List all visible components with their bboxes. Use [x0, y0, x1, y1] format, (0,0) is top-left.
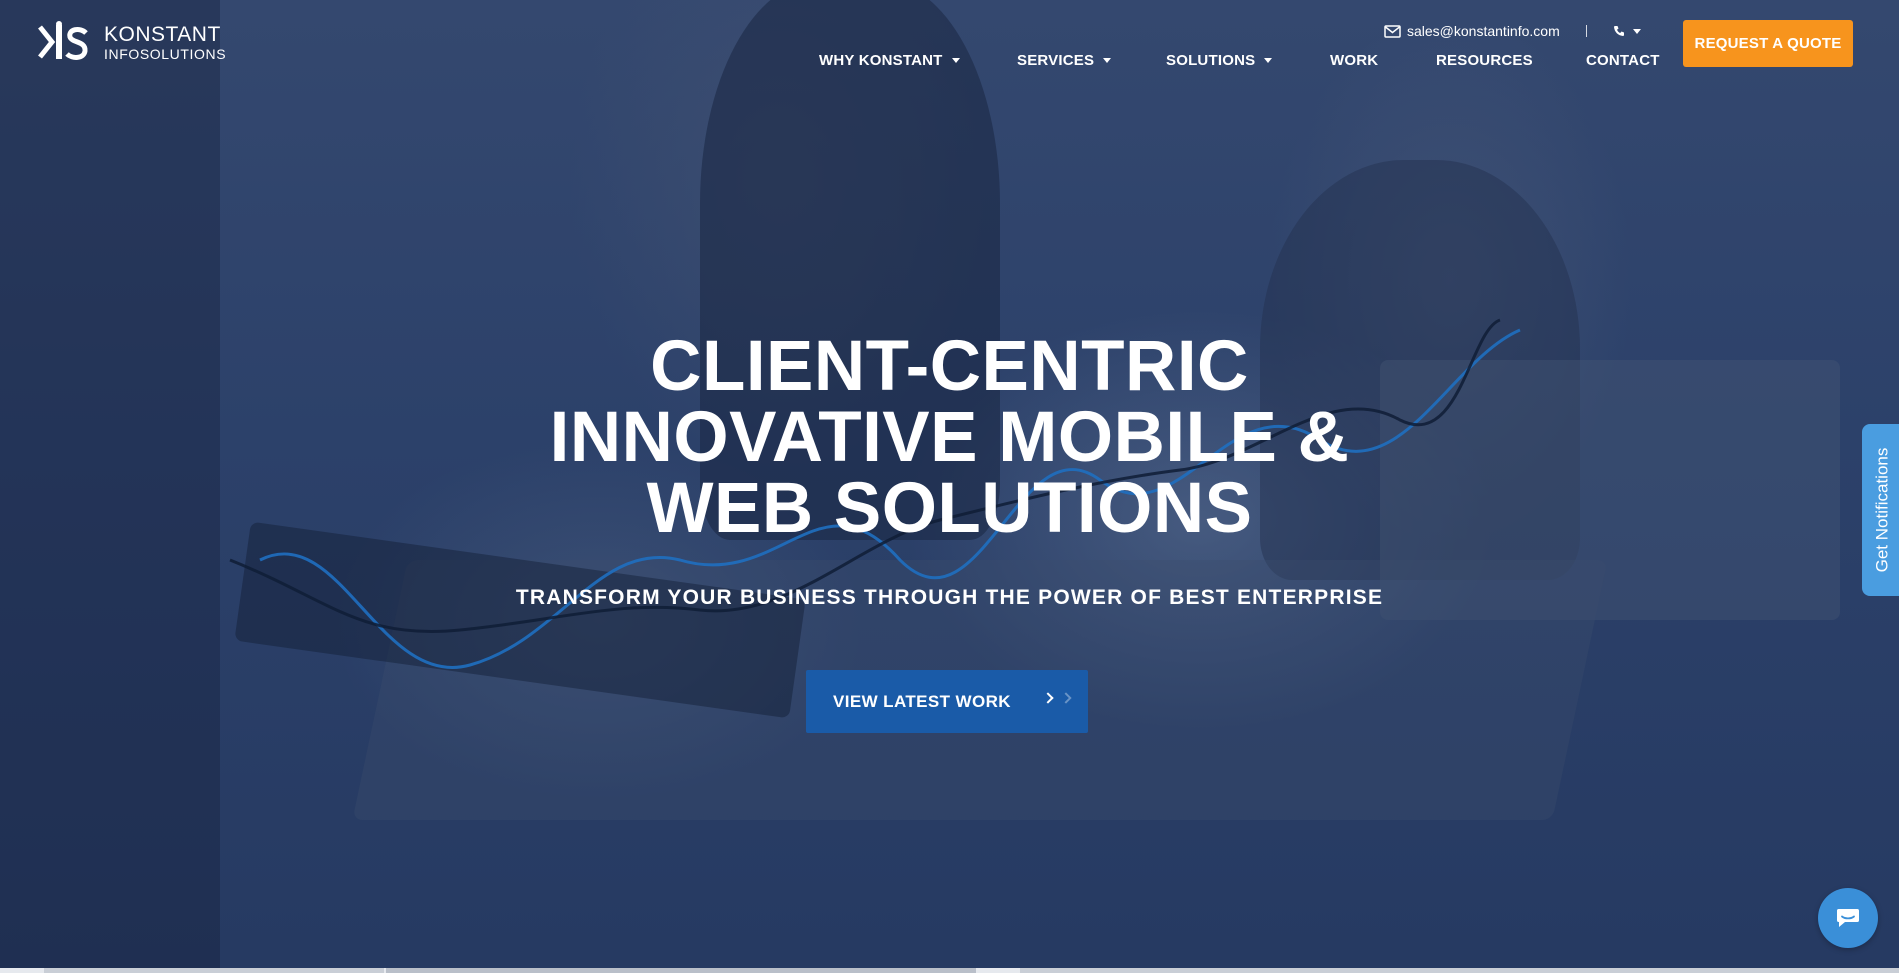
request-quote-button[interactable]: REQUEST A QUOTE: [1683, 20, 1853, 67]
view-latest-work-button[interactable]: VIEW LATEST WORK: [806, 670, 1088, 733]
get-notifications-tab[interactable]: Get Notifications: [1862, 424, 1899, 596]
chevron-down-icon: [1264, 58, 1273, 63]
chat-widget-button[interactable]: [1818, 888, 1878, 948]
nav-item-solutions[interactable]: SOLUTIONS: [1166, 52, 1330, 69]
chat-icon: [1837, 909, 1859, 927]
headline-line: INNOVATIVE MOBILE &: [549, 398, 1350, 477]
headline-line: CLIENT-CENTRIC: [650, 327, 1249, 406]
nav-item-label: WORK: [1330, 52, 1379, 69]
nav-item-work[interactable]: WORK: [1330, 52, 1436, 69]
cta-label: VIEW LATEST WORK: [833, 691, 1011, 711]
brand-logo[interactable]: KONSTANT INFOSOLUTIONS: [38, 21, 226, 63]
headline-line: WEB SOLUTIONS: [646, 469, 1253, 548]
brand-name: KONSTANT: [104, 22, 221, 46]
mail-icon: [1384, 24, 1401, 38]
brand-subtitle: INFOSOLUTIONS: [104, 45, 227, 62]
main-nav: WHY KONSTANT SERVICES SOLUTIONS WORK RES…: [819, 52, 1660, 69]
nav-item-label: WHY KONSTANT: [819, 52, 943, 69]
chevron-right-icon: [1042, 692, 1072, 704]
page-bottom-strip: [0, 968, 1899, 973]
divider: [1585, 25, 1587, 37]
chevron-down-icon: [951, 58, 960, 63]
nav-item-label: RESOURCES: [1436, 52, 1533, 69]
phone-dropdown[interactable]: [1613, 25, 1641, 37]
nav-item-label: SOLUTIONS: [1166, 52, 1256, 69]
hero-subheadline: TRANSFORM YOUR BUSINESS THROUGH THE POWE…: [515, 586, 1384, 609]
chevron-down-icon: [1632, 28, 1641, 34]
nav-item-services[interactable]: SERVICES: [1017, 52, 1166, 69]
phone-icon: [1613, 26, 1624, 36]
notify-tab-label: Get Notifications: [1872, 447, 1892, 573]
nav-item-contact[interactable]: CONTACT: [1586, 52, 1660, 69]
contact-bar: sales@konstantinfo.com: [1384, 23, 1641, 39]
hero-headline: CLIENT-CENTRIC INNOVATIVE MOBILE & WEB S…: [0, 331, 1899, 544]
nav-item-label: SERVICES: [1017, 52, 1095, 69]
chevron-down-icon: [1103, 58, 1112, 63]
email-link[interactable]: sales@konstantinfo.com: [1407, 23, 1560, 39]
nav-item-resources[interactable]: RESOURCES: [1436, 52, 1586, 69]
nav-item-label: CONTACT: [1586, 52, 1660, 69]
nav-item-why-konstant[interactable]: WHY KONSTANT: [819, 52, 1017, 69]
konstant-logo-icon: [38, 21, 88, 60]
